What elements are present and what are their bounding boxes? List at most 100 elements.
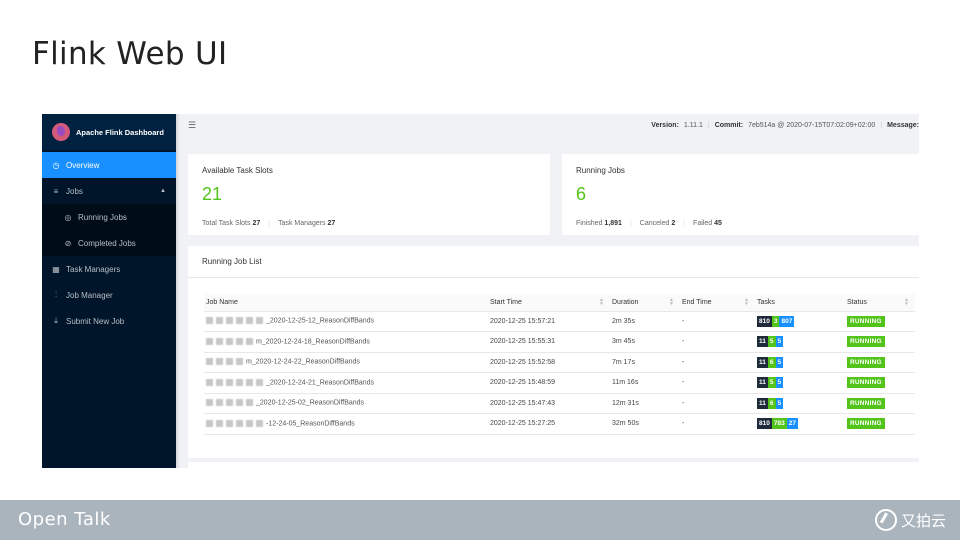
tasks-running: 783	[771, 418, 787, 430]
header-bar: ☰ Version: 1.11.1 | Commit: 7eb514a @ 20…	[188, 114, 919, 136]
divider: |	[880, 121, 883, 129]
column-header-tasks[interactable]: Tasks	[755, 294, 845, 312]
total-slots-stat: Total Task Slots 27	[202, 220, 261, 227]
job-name-cell[interactable]: m_2020-12-24-18_ReasonDiffBands	[204, 331, 488, 353]
duration-cell: 7m 17s	[610, 352, 680, 373]
sort-icon[interactable]: ▲ ▼	[599, 298, 604, 307]
job-name-cell[interactable]: -12-24-05_ReasonDiffBands	[204, 413, 488, 435]
flink-dashboard-screenshot: Apache Flink Dashboard ◷ Overview ≡ Jobs…	[42, 114, 919, 468]
sidebar-item-running-jobs[interactable]: ◎ Running Jobs	[42, 204, 176, 230]
tasks-cell: 11 6 5	[755, 352, 845, 373]
commit-value: 7eb514a @ 2020-07-15T07:02:09+02:00	[748, 121, 876, 129]
table-row[interactable]: -12-24-05_ReasonDiffBands 2020-12-25 15:2…	[204, 413, 915, 435]
status-badge: RUNNING	[847, 418, 885, 430]
start-time-cell: 2020-12-25 15:47:43	[488, 393, 610, 414]
running-job-list: Running Job List Job Name Start Time ▲ ▼ D…	[188, 246, 919, 458]
table-row[interactable]: _2020-12-25-12_ReasonDiffBands 2020-12-25…	[204, 311, 915, 332]
job-name-cell[interactable]: _2020-12-24-21_ReasonDiffBands	[204, 372, 488, 394]
tasks-total: 11	[757, 356, 768, 368]
sidebar-item-submit-new-job[interactable]: ⤓ Submit New Job	[42, 308, 176, 334]
tasks-running: 5	[767, 377, 776, 389]
redacted-block	[226, 317, 233, 325]
tasks-total: 810	[757, 315, 772, 327]
tasks-other: 5	[775, 356, 784, 368]
sidebar-item-label: Completed Jobs	[78, 238, 136, 248]
table-row[interactable]: _2020-12-24-21_ReasonDiffBands 2020-12-25…	[204, 372, 915, 394]
task-slots-card: Available Task Slots 21 Total Task Slots…	[188, 154, 550, 235]
job-name-cell[interactable]: _2020-12-25-12_ReasonDiffBands	[204, 311, 488, 332]
redacted-name	[206, 399, 256, 407]
tasks-running: 6	[767, 397, 776, 409]
check-circle-icon: ⊘	[64, 238, 72, 248]
tasks-cell: 11 6 5	[755, 393, 845, 414]
sidebar-item-label: Overview	[66, 160, 100, 170]
job-name-cell[interactable]: m_2020-12-24-22_ReasonDiffBands	[204, 352, 488, 373]
task-counts-badge: 11 6 5	[757, 356, 784, 368]
sidebar-item-label: Submit New Job	[66, 316, 125, 326]
status-badge: RUNNING	[847, 356, 885, 368]
redacted-block	[246, 378, 253, 386]
start-time-cell: 2020-12-25 15:52:58	[488, 352, 610, 373]
sidebar-item-overview[interactable]: ◷ Overview	[42, 152, 176, 178]
redacted-block	[246, 399, 253, 407]
footer-brand-right-text: 又拍云	[900, 512, 946, 530]
table-row[interactable]: m_2020-12-24-18_ReasonDiffBands 2020-12-2…	[204, 331, 915, 353]
sidebar-item-label: Running Jobs	[78, 212, 127, 222]
job-name: m_2020-12-24-22_ReasonDiffBands	[246, 359, 360, 366]
job-name: _2020-12-25-02_ReasonDiffBands	[256, 400, 365, 407]
status-cell: RUNNING	[845, 393, 915, 414]
tasks-total: 11	[757, 377, 768, 389]
slide: Flink Web UI Apache Flink Dashboard ◷ Ov…	[0, 0, 960, 540]
start-time-cell: 2020-12-25 15:55:31	[488, 331, 610, 353]
sort-icon[interactable]: ▲ ▼	[744, 298, 749, 307]
app-name: Apache Flink Dashboard	[76, 127, 164, 137]
upyun-logo-icon	[874, 509, 897, 531]
table-header-row: Job Name Start Time ▲ ▼ Duration ▲ ▼ End Tim…	[204, 294, 915, 312]
redacted-block	[236, 399, 243, 407]
running-jobs-card: Running Jobs 6 Finished 1,891 | Canceled…	[562, 154, 919, 235]
menu-fold-icon[interactable]: ☰	[188, 120, 198, 130]
sidebar-item-jobs[interactable]: ≡ Jobs ▲	[42, 178, 176, 204]
redacted-block	[226, 419, 233, 427]
redacted-block	[236, 358, 243, 366]
commit-label: Commit:	[714, 121, 744, 129]
start-time-cell: 2020-12-25 15:27:25	[488, 413, 610, 435]
job-name-cell[interactable]: _2020-12-25-02_ReasonDiffBands	[204, 393, 488, 414]
table-row[interactable]: m_2020-12-24-22_ReasonDiffBands 2020-12-2…	[204, 352, 915, 373]
start-time-cell: 2020-12-25 15:57:21	[488, 311, 610, 332]
redacted-block	[246, 419, 253, 427]
sidebar-item-label: Task Managers	[66, 264, 121, 274]
duration-cell: 2m 35s	[610, 311, 680, 332]
column-header-status[interactable]: Status ▲ ▼	[845, 294, 915, 312]
status-badge: RUNNING	[847, 377, 885, 389]
sort-icon[interactable]: ▲ ▼	[669, 298, 674, 307]
footer-brand-left: Open Talk	[18, 509, 111, 530]
column-header-end-time[interactable]: End Time ▲ ▼	[680, 294, 755, 312]
redacted-block	[246, 317, 253, 325]
status-cell: RUNNING	[845, 413, 915, 435]
app-logo[interactable]: Apache Flink Dashboard	[42, 114, 176, 150]
sidebar-item-job-manager[interactable]: ⫶ Job Manager	[42, 282, 176, 308]
tasks-other: 5	[775, 397, 784, 409]
tasks-other: 807	[779, 315, 795, 327]
column-header-job-name[interactable]: Job Name	[204, 294, 488, 312]
task-counts-badge: 810 783 27	[757, 418, 798, 430]
status-cell: RUNNING	[845, 372, 915, 394]
redacted-block	[226, 337, 233, 345]
divider: |	[268, 220, 271, 227]
sidebar-shadow	[176, 114, 180, 468]
column-header-start-time[interactable]: Start Time ▲ ▼	[488, 294, 610, 312]
end-time-cell: -	[680, 311, 755, 332]
version-info: Version: 1.11.1 | Commit: 7eb514a @ 2020…	[651, 122, 919, 129]
redacted-block	[236, 419, 243, 427]
task-counts-badge: 810 3 807	[757, 315, 795, 327]
column-header-duration[interactable]: Duration ▲ ▼	[610, 294, 680, 312]
end-time-cell: -	[680, 372, 755, 394]
sidebar-item-task-managers[interactable]: ▦ Task Managers	[42, 256, 176, 282]
slide-footer: Open Talk 又拍云	[0, 500, 960, 540]
sort-icon[interactable]: ▲ ▼	[904, 298, 909, 307]
end-time-cell: -	[680, 413, 755, 435]
redacted-block	[216, 317, 223, 325]
table-row[interactable]: _2020-12-25-02_ReasonDiffBands 2020-12-25…	[204, 393, 915, 414]
sidebar-item-completed-jobs[interactable]: ⊘ Completed Jobs	[42, 230, 176, 256]
